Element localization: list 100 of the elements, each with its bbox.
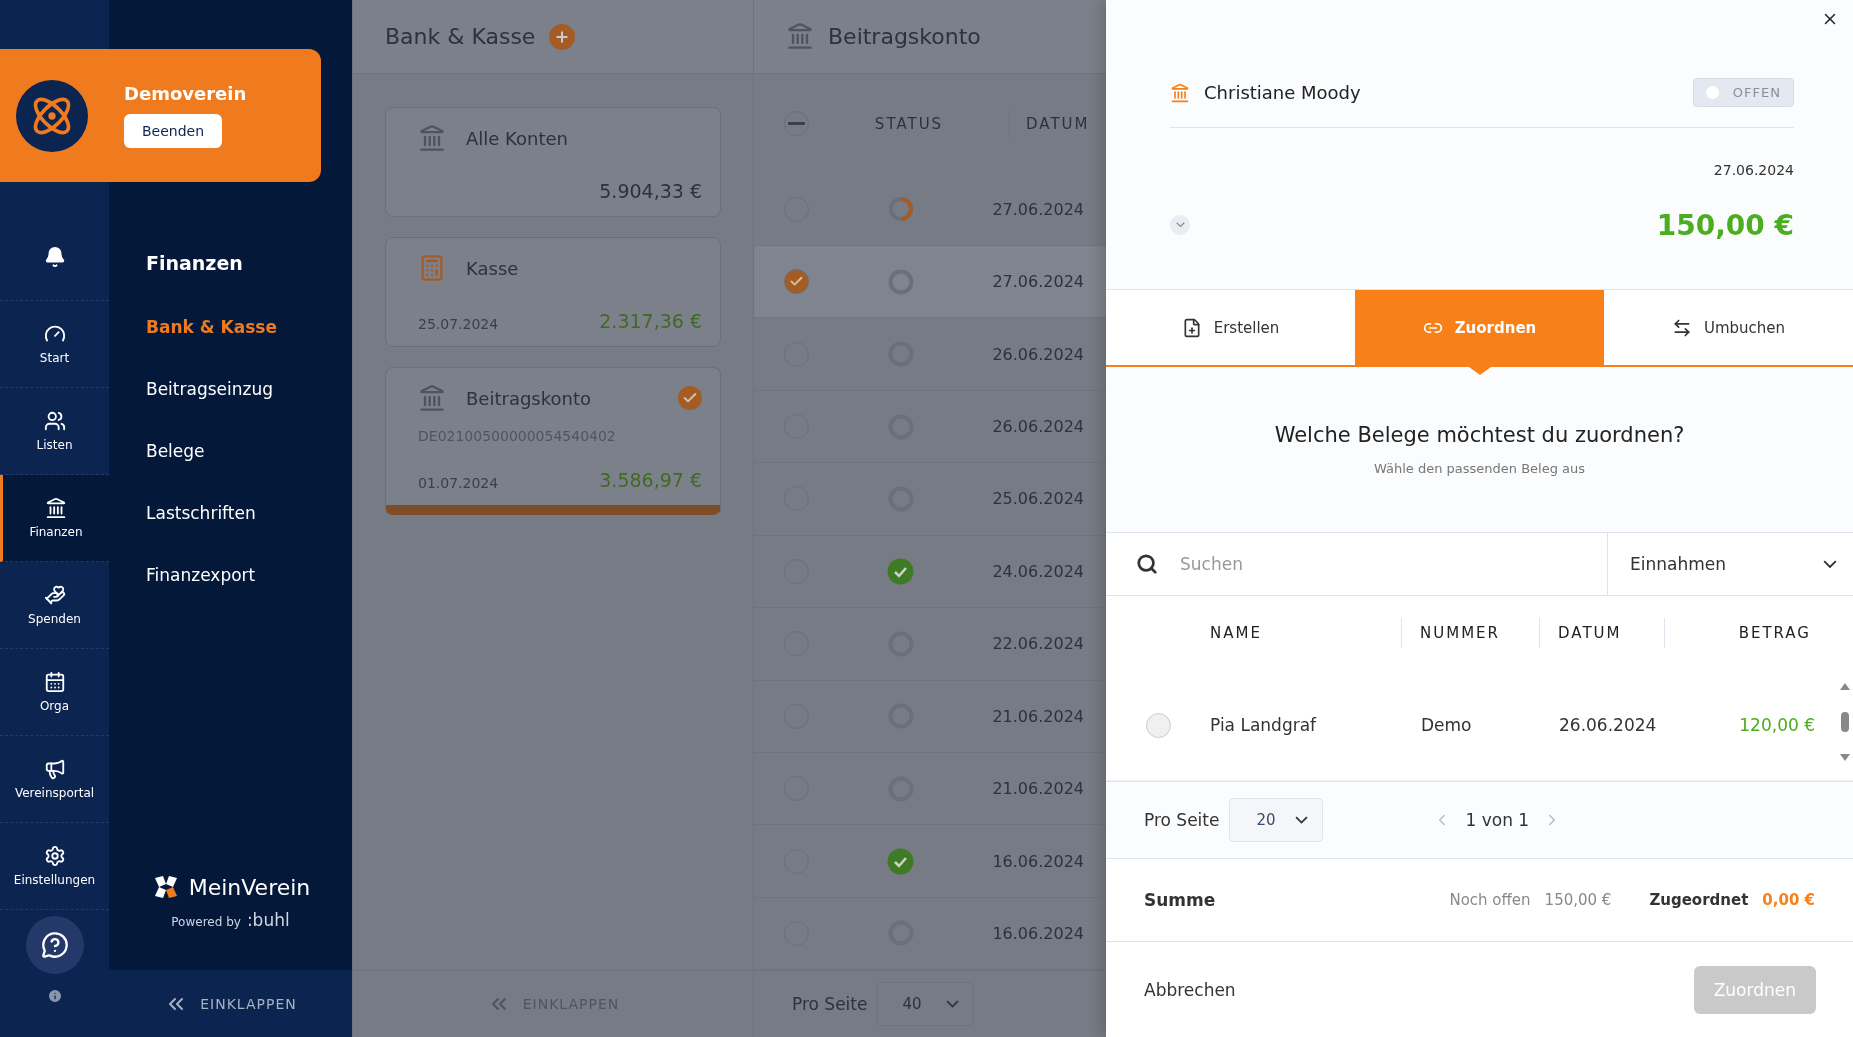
assigned-amount: 0,00 € [1762,891,1815,909]
column-header: DATUM [1009,108,1090,139]
rail-label: Orga [39,699,70,713]
rail-label: Vereinsportal [14,786,95,800]
chevron-down-icon [1175,222,1185,228]
calendar-icon [43,671,66,693]
column-header: DATUM [1539,618,1664,648]
assigned-label: Zugeordnet [1649,891,1749,909]
row-checkbox[interactable] [784,269,809,295]
selected-check-icon [678,386,702,410]
chevron-down-icon [1295,816,1309,824]
account-balance: 2.317,36 € [599,310,702,332]
account-name: Beitragskonto [466,387,591,409]
chevron-down-icon [1823,559,1837,569]
select-all-checkbox[interactable] [784,111,809,137]
date-cell-text: 27.06.2024 [992,199,1085,219]
heart-hands-icon [43,584,66,606]
column-header: NAME [1209,623,1263,644]
done-status-icon [887,557,915,585]
nav-item[interactable]: Finanzexport [109,544,352,606]
action-tab[interactable]: Umbuchen [1604,290,1853,365]
bank-icon [418,384,446,412]
column-header: BETRAG [1664,618,1853,648]
account-name: Kasse [466,257,519,279]
account-balance: 3.586,97 € [599,469,702,491]
scroll-down-icon[interactable] [1840,754,1850,762]
per-page-label: Pro Seite [1144,810,1220,830]
row-radio[interactable] [1146,712,1171,738]
rail-label: Einstellungen [13,873,96,887]
scrollbar[interactable] [1839,682,1851,762]
account-name: Alle Konten [466,127,568,149]
open-label: Noch offen [1449,891,1531,909]
nav-item[interactable]: Beitragseinzug [109,358,352,420]
per-page-select[interactable]: 20 [1229,798,1324,842]
chat-question-icon [40,931,69,959]
status-badge: OFFEN [1692,78,1794,107]
filter-dropdown[interactable]: Einnahmen [1608,533,1853,595]
nav-item[interactable]: Belege [109,420,352,482]
prompt-heading: Welche Belege möchtest du zuordnen? [1274,423,1685,447]
column-header: NUMMER [1401,618,1539,648]
minus-icon [788,122,805,126]
bell-icon [43,246,66,268]
date-cell-text: 27.06.2024 [992,272,1085,292]
column-title: Beitragskonto [828,23,981,49]
megaphone-icon [43,758,66,780]
bank-icon [1170,82,1190,103]
rail-label: Finanzen [29,525,83,539]
date-cell-text: 22.06.2024 [992,634,1085,654]
toggle-dot [1705,86,1719,99]
rail-label: Listen [36,438,73,452]
rail-label: Start [39,351,70,365]
date-cell-text: 25.06.2024 [992,489,1085,509]
cancel-button[interactable]: Abbrechen [1144,979,1236,1000]
account-balance: 5.904,33 € [599,180,702,202]
name-cell-text: Pia Landgraf [1209,715,1318,735]
partial-status-icon [887,196,914,223]
collapse-button[interactable]: EINKLAPPEN [109,970,352,1037]
column-header: STATUS [874,114,944,133]
bank-icon [418,124,446,152]
nav-item[interactable]: Bank & Kasse [109,296,352,358]
bank-icon [45,497,67,519]
tab-pointer [1468,367,1491,375]
number-cell-text: Demo [1420,715,1473,735]
per-page-label: Pro Seite [792,994,868,1015]
rail-item[interactable]: Finanzen [0,475,109,562]
column-title: Bank & Kasse [385,24,536,49]
rail-label: Spenden [28,612,81,626]
section-title: Finanzen [145,251,244,276]
date-cell-text: 21.06.2024 [992,706,1085,726]
date-cell-text: 26.06.2024 [992,417,1085,437]
date-cell-text: 26.06.2024 [1558,715,1658,735]
search-icon [1136,553,1158,575]
amount-cell-text: 120,00 € [1738,715,1816,735]
date-cell-text: 24.06.2024 [992,561,1085,581]
expand-button[interactable] [1170,215,1190,235]
nav-item[interactable]: Lastschriften [109,482,352,544]
open-amount: 150,00 € [1544,891,1612,909]
payer-name: Christiane Moody [1204,82,1361,103]
scroll-up-icon[interactable] [1840,682,1850,690]
end-button[interactable]: Beenden [124,114,223,148]
powered-by-text: Powered by :buhl [171,910,290,930]
date-cell-text: 26.06.2024 [992,344,1085,364]
chevron-down-icon [945,1000,959,1008]
organization-name: Demoverein [124,83,247,104]
settings-icon [43,845,66,867]
transaction-date: 27.06.2024 [1712,162,1794,178]
brand-logo: MeinVerein [150,872,311,902]
action-tab[interactable]: Erstellen [1106,290,1355,365]
bank-icon [786,22,814,51]
date-cell-text: 21.06.2024 [992,779,1085,799]
account-date: 01.07.2024 [418,475,499,491]
add-button[interactable] [549,23,576,50]
date-cell-text: 16.06.2024 [992,851,1085,871]
scroll-thumb[interactable] [1841,712,1849,732]
people-icon [43,410,66,432]
account-date: 25.07.2024 [418,316,499,332]
search-field[interactable]: Suchen [1178,553,1401,575]
sum-label: Summe [1144,890,1216,910]
prompt-subheading: Wähle den passenden Beleg aus [1373,461,1586,476]
info-icon[interactable] [46,988,63,1004]
